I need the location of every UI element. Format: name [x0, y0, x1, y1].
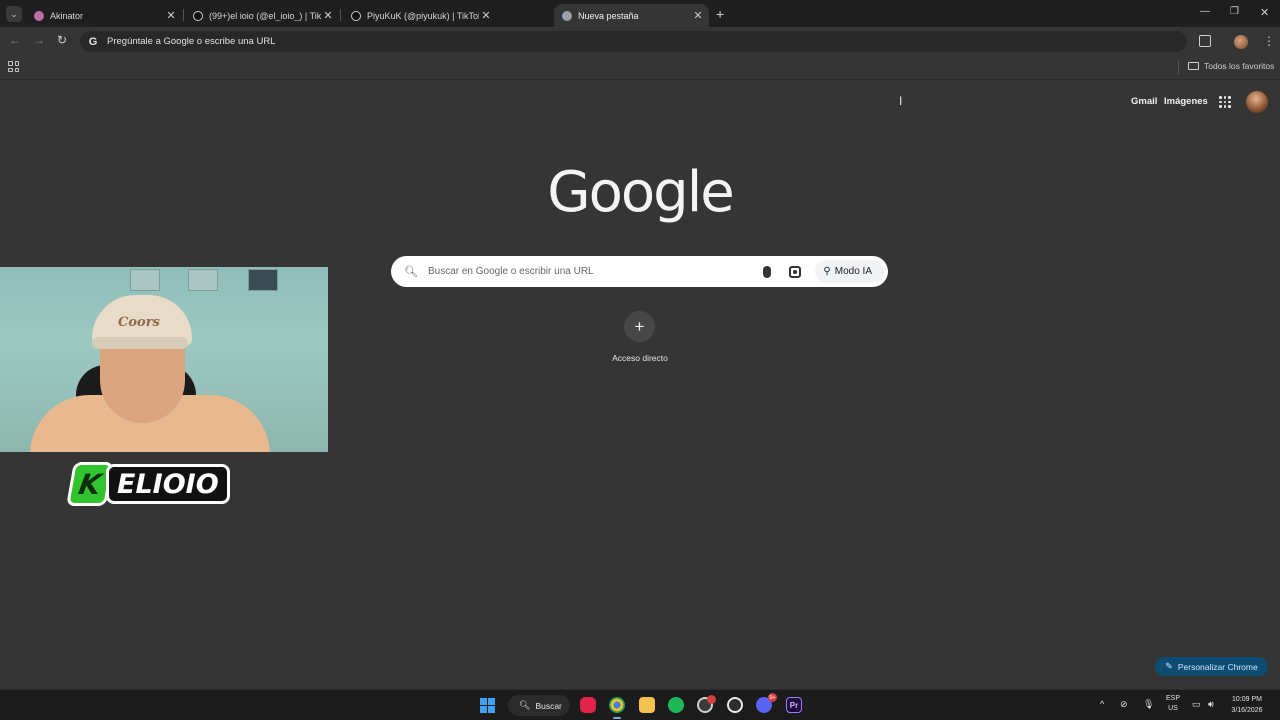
search-icon: 🔍︎ [519, 700, 531, 710]
profile-avatar[interactable] [1234, 35, 1248, 49]
ai-mode-label: Modo IA [834, 266, 872, 277]
file-explorer-icon[interactable] [639, 697, 655, 713]
images-link[interactable]: Imágenes [1164, 96, 1208, 107]
discord-badge: 9+ [768, 693, 777, 702]
clock-time: 10:09 PM [1232, 696, 1262, 703]
steelseries-icon[interactable] [697, 695, 716, 713]
taskbar-search-label: Buscar [535, 700, 562, 711]
discord-icon[interactable]: 9+ [756, 693, 777, 713]
tab-title: (99+)el ioio (@el_ioio_) | TikTok [209, 10, 321, 21]
ai-mode-button[interactable]: ⚲ Modo IA [815, 260, 884, 283]
tiktok-icon [193, 10, 203, 21]
address-bar-text: Pregúntale a Google o escribe una URL [107, 36, 276, 47]
search-icon: 🔍︎ [404, 266, 418, 278]
notification-badge [707, 695, 716, 704]
clock[interactable]: 10:09 PM 3/16/2026 [1226, 694, 1268, 716]
search-input[interactable]: Buscar en Google o escribir una URL [428, 266, 763, 277]
microphone-tray-icon[interactable]: 🎙︎ [1143, 699, 1154, 710]
extensions-icon[interactable] [1199, 35, 1211, 47]
clock-date: 3/16/2026 [1231, 707, 1263, 714]
tab-separator [183, 9, 184, 21]
close-icon[interactable]: ✕ [691, 9, 705, 22]
wall-picture [188, 269, 218, 291]
apps-icon[interactable] [8, 61, 19, 72]
toolbar: ← → ↻ G Pregúntale a Google o escribe un… [0, 27, 1280, 56]
close-icon[interactable]: ✕ [321, 9, 335, 22]
akinator-icon [34, 10, 44, 21]
bookmarks-bar: Todos los favoritos [0, 56, 1280, 80]
tab-strip: ⌄ Akinator ✕ (99+)el ioio (@el_ioio_) | … [0, 0, 1280, 27]
ai-search-icon: ⚲ [823, 266, 831, 277]
folder-icon [1188, 62, 1199, 70]
pencil-icon: ✎ [1165, 661, 1173, 671]
chrome-taskbar-icon[interactable] [609, 697, 625, 719]
brand-name: ELIOIO [106, 464, 230, 504]
volume-icon[interactable]: 🔊︎ [1208, 699, 1214, 710]
spotify-icon[interactable] [668, 697, 684, 713]
tab-separator [340, 9, 341, 21]
wall-picture [248, 269, 278, 291]
all-bookmarks-label: Todos los favoritos [1204, 61, 1275, 71]
streamer-logo: K ELIOIO [66, 462, 242, 506]
customize-chrome-button[interactable]: ✎ Personalizar Chrome [1155, 657, 1268, 676]
restore-icon[interactable]: ❐ [1230, 6, 1239, 17]
opera-gx-icon[interactable] [580, 697, 596, 713]
text-cursor-icon: I [899, 94, 903, 108]
add-shortcut-button[interactable]: + [624, 311, 655, 342]
plus-icon: + [634, 316, 645, 336]
close-icon[interactable]: ✕ [164, 9, 178, 22]
tab-tiktok-el-ioio[interactable]: (99+)el ioio (@el_ioio_) | TikTok ✕ [185, 4, 339, 27]
close-window-icon[interactable]: ✕ [1260, 6, 1269, 19]
microphone-icon[interactable] [763, 265, 772, 278]
reload-icon[interactable]: ↻ [57, 33, 67, 47]
tiktok-icon [351, 10, 361, 21]
chevron-down-icon: ⌄ [10, 8, 18, 19]
webcam-overlay: Coors [0, 267, 328, 452]
minimize-icon[interactable]: — [1200, 6, 1210, 17]
tab-akinator[interactable]: Akinator ✕ [26, 4, 182, 27]
keyboard-layout: US [1168, 705, 1178, 712]
search-box[interactable]: 🔍︎ Buscar en Google o escribir una URL ⚲… [391, 256, 888, 287]
google-lens-icon[interactable] [789, 265, 802, 278]
taskbar-search[interactable]: 🔍︎ Buscar [508, 695, 570, 716]
address-bar[interactable]: G Pregúntale a Google o escribe una URL [80, 31, 1187, 52]
tab-new-tab[interactable]: Nueva pestaña ✕ [554, 4, 709, 27]
premiere-pro-icon[interactable]: Pr [786, 697, 802, 713]
close-icon[interactable]: ✕ [479, 9, 493, 22]
back-icon[interactable]: ← [9, 33, 21, 47]
cap-logo: Coors [118, 315, 160, 330]
forward-icon[interactable]: → [33, 33, 45, 47]
chrome-icon [562, 10, 572, 21]
steam-icon[interactable] [727, 697, 743, 713]
google-logo: Google [547, 160, 734, 225]
tab-tiktok-piyukuk[interactable]: PiyuKuK (@piyukuk) | TikTok ✕ [343, 4, 497, 27]
cap-brim [92, 337, 188, 349]
more-menu-icon[interactable]: ⋮ [1263, 34, 1275, 48]
google-g-icon: G [88, 35, 98, 48]
new-tab-button[interactable]: + [716, 6, 724, 22]
display-icon[interactable]: ▭ [1192, 699, 1201, 710]
tray-overflow-icon[interactable]: ^ [1100, 699, 1104, 709]
tab-title: PiyuKuK (@piyukuk) | TikTok [367, 10, 479, 21]
tab-title: Nueva pestaña [578, 10, 639, 21]
tab-search-button[interactable]: ⌄ [6, 6, 22, 22]
language-code: ESP [1165, 695, 1180, 702]
windows-start-icon[interactable] [480, 698, 495, 713]
customize-chrome-label: Personalizar Chrome [1177, 661, 1258, 672]
all-bookmarks-button[interactable]: Todos los favoritos [1188, 61, 1274, 71]
bookmarks-separator [1178, 60, 1179, 74]
tab-title: Akinator [50, 10, 84, 21]
add-shortcut-label[interactable]: Acceso directo [590, 353, 690, 363]
wall-picture [130, 269, 160, 291]
gmail-link[interactable]: Gmail [1131, 96, 1157, 107]
network-off-icon[interactable]: ⊘ [1120, 699, 1128, 710]
google-account-avatar[interactable] [1246, 91, 1268, 113]
google-apps-icon[interactable] [1219, 96, 1231, 108]
taskbar: 🔍︎ Buscar 9+ Pr ^ ⊘ 🎙︎ ESP US ▭ 🔊︎ 10:09… [0, 689, 1280, 720]
language-indicator[interactable]: ESP US [1164, 694, 1182, 714]
